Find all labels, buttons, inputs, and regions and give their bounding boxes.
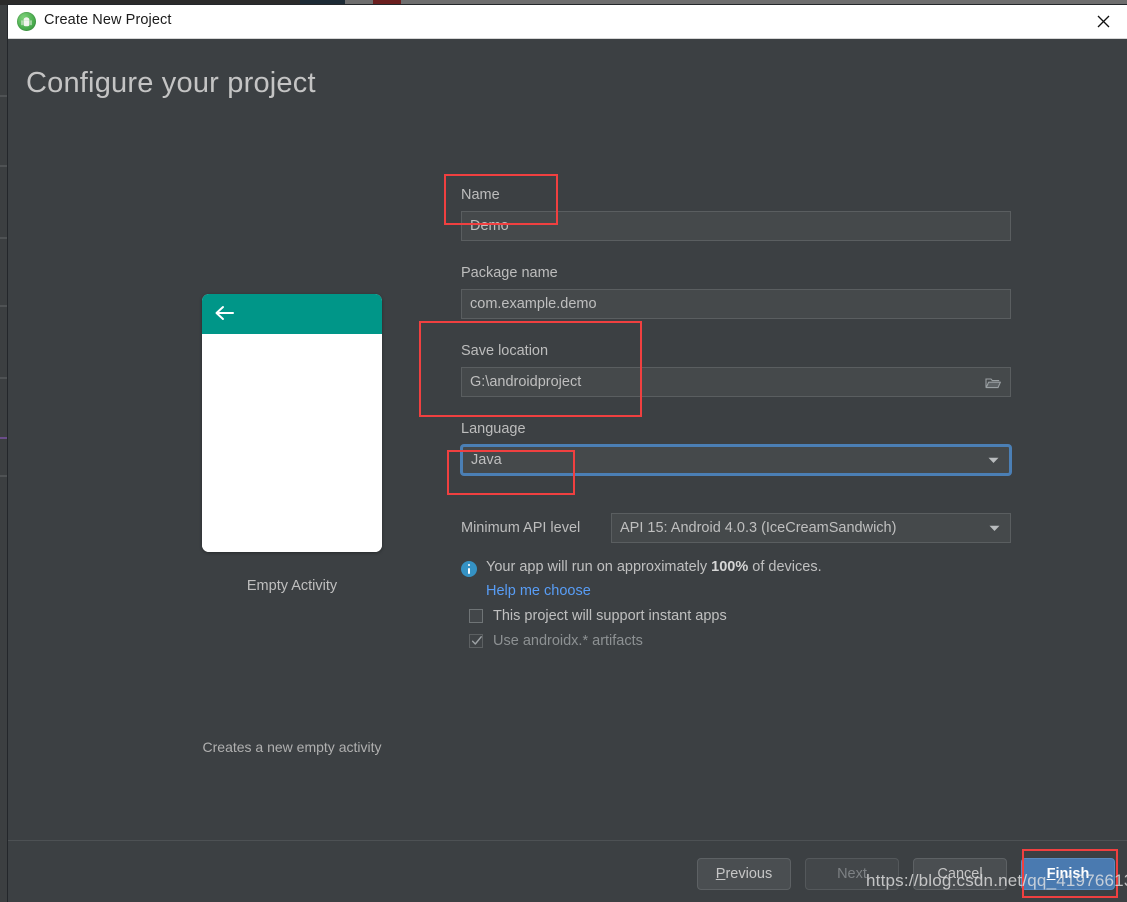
min-api-row: Minimum API level API 15: Android 4.0.3 … <box>461 513 1011 543</box>
device-coverage-line: Your app will run on approximately 100% … <box>461 559 1011 577</box>
language-field-block: Language Java <box>461 421 1011 475</box>
create-new-project-dialog: Create New Project Configure your projec… <box>8 5 1127 902</box>
save-location-field-block: Save location <box>461 343 1011 397</box>
device-coverage-suffix: of devices. <box>748 559 821 575</box>
template-name: Empty Activity <box>186 578 398 594</box>
chevron-down-icon <box>989 520 1000 536</box>
chevron-down-icon <box>988 452 999 468</box>
check-icon <box>471 635 483 647</box>
close-icon[interactable] <box>1080 5 1127 37</box>
min-api-value: API 15: Android 4.0.3 (IceCreamSandwich) <box>620 520 896 536</box>
language-combobox[interactable]: Java <box>461 445 1011 475</box>
device-coverage-text: Your app will run on approximately 100% … <box>486 559 822 575</box>
back-arrow-icon <box>214 305 236 321</box>
template-thumbnail <box>202 294 382 552</box>
info-icon <box>461 561 477 577</box>
template-preview-pane: Empty Activity Creates a new empty activ… <box>186 294 398 594</box>
template-description: Creates a new empty activity <box>186 739 398 755</box>
name-field-block: Name <box>461 187 1011 241</box>
package-name-input[interactable] <box>461 289 1011 319</box>
previous-button-label: revious <box>725 866 772 882</box>
instant-apps-label: This project will support instant apps <box>493 608 727 624</box>
package-name-label: Package name <box>461 265 1011 281</box>
min-api-label: Minimum API level <box>461 520 611 536</box>
instant-apps-checkbox-row[interactable]: This project will support instant apps <box>469 608 1011 624</box>
package-name-field-block: Package name <box>461 265 1011 319</box>
template-canvas <box>202 334 382 552</box>
android-studio-icon <box>17 12 36 31</box>
page-title: Configure your project <box>26 67 316 100</box>
language-value: Java <box>471 452 502 468</box>
footer-separator <box>8 840 1127 841</box>
ide-left-strip <box>0 5 8 902</box>
folder-icon[interactable] <box>976 368 1010 396</box>
language-label: Language <box>461 421 1011 437</box>
min-api-combobox[interactable]: API 15: Android 4.0.3 (IceCreamSandwich) <box>611 513 1011 543</box>
save-location-input-group <box>461 367 1011 397</box>
save-location-input[interactable] <box>461 367 1011 397</box>
androidx-label: Use androidx.* artifacts <box>493 633 643 649</box>
save-location-label: Save location <box>461 343 1011 359</box>
next-button-label: Next <box>837 866 867 882</box>
watermark-text: https://blog.csdn.net/qq_41976613 <box>866 871 1127 891</box>
name-input[interactable] <box>461 211 1011 241</box>
androidx-checkbox-row: Use androidx.* artifacts <box>469 633 1011 649</box>
name-label: Name <box>461 187 1011 203</box>
previous-button[interactable]: Previous <box>697 858 791 890</box>
project-config-form: Name Package name Save location <box>461 187 1011 649</box>
template-appbar <box>202 294 382 334</box>
androidx-checkbox <box>469 634 483 648</box>
help-me-choose-link[interactable]: Help me choose <box>486 583 1011 599</box>
window-title: Create New Project <box>44 12 172 28</box>
dialog-titlebar: Create New Project <box>8 5 1127 39</box>
device-coverage-prefix: Your app will run on approximately <box>486 559 711 575</box>
instant-apps-checkbox[interactable] <box>469 609 483 623</box>
device-coverage-percent: 100% <box>711 559 748 575</box>
dialog-body: Configure your project Empty Activity Cr… <box>8 39 1127 902</box>
